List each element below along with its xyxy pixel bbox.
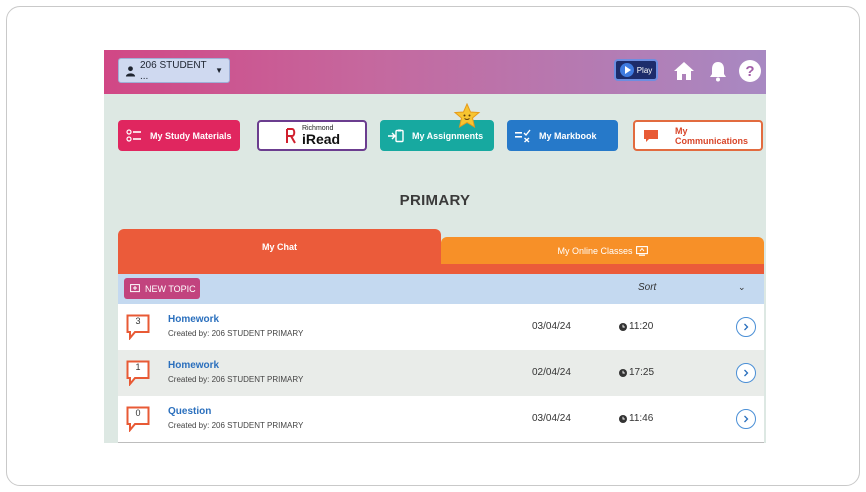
svg-text:?: ?: [745, 63, 754, 80]
topic-creator: Created by: 206 STUDENT PRIMARY: [168, 375, 304, 384]
new-topic-label: NEW TOPIC: [145, 283, 196, 294]
reply-count: 0: [135, 408, 141, 418]
chat-bubble-icon: [644, 129, 658, 142]
topic-date: 02/04/24: [532, 367, 571, 378]
new-topic-icon: [130, 283, 140, 292]
clock-icon: [619, 368, 627, 377]
user-icon: [125, 65, 136, 76]
iread-button[interactable]: Richmond iRead: [257, 120, 367, 151]
page-title: PRIMARY: [399, 192, 471, 209]
chevron-down-icon[interactable]: ⌄: [738, 282, 746, 293]
topic-title[interactable]: Homework: [168, 360, 219, 371]
topic-time: 11:20: [619, 321, 653, 332]
richmond-logo-icon: [285, 127, 296, 143]
topic-time-value: 17:25: [629, 367, 655, 378]
clock-icon: [619, 322, 627, 331]
list-bottom-border: [118, 442, 764, 443]
chevron-down-icon: ▼: [215, 66, 223, 75]
study-materials-label: My Study Materials: [150, 130, 232, 141]
top-bar: 206 STUDENT ... ▼ Play ?: [104, 50, 766, 94]
topic-row[interactable]: 3 Homework Created by: 206 STUDENT PRIMA…: [118, 304, 764, 350]
home-icon[interactable]: [672, 59, 696, 83]
study-materials-button[interactable]: My Study Materials: [118, 120, 240, 151]
tab-my-chat-label: My Chat: [261, 241, 297, 252]
markbook-icon: [515, 129, 531, 143]
reply-count: 1: [135, 362, 141, 372]
clock-icon: [619, 414, 627, 423]
communications-label: My Communications: [675, 125, 749, 146]
topic-creator: Created by: 206 STUDENT PRIMARY: [168, 329, 304, 338]
topic-time-value: 11:46: [629, 413, 654, 424]
play-icon: [619, 63, 634, 77]
topic-time-value: 11:20: [629, 321, 654, 332]
assignment-icon: [388, 129, 404, 142]
topic-creator: Created by: 206 STUDENT PRIMARY: [168, 421, 304, 430]
topic-date: 03/04/24: [532, 321, 571, 332]
communications-button[interactable]: My Communications: [633, 120, 763, 151]
tab-online-classes-label: My Online Classes: [557, 245, 633, 256]
open-topic-button[interactable]: [736, 317, 756, 337]
play-label: Play: [636, 65, 653, 75]
topic-title[interactable]: Homework: [168, 314, 219, 325]
star-icon: [453, 103, 481, 129]
chevron-right-icon: [744, 415, 749, 423]
iread-name: iRead: [301, 131, 341, 147]
topic-date: 03/04/24: [532, 413, 571, 424]
screen-icon: [635, 245, 648, 256]
help-icon[interactable]: ?: [738, 59, 762, 83]
list-toolbar: NEW TOPIC Sort ⌄: [118, 274, 764, 304]
student-label: 206 STUDENT ...: [139, 59, 207, 82]
open-topic-button[interactable]: [736, 409, 756, 429]
tab-online-classes[interactable]: My Online Classes: [441, 237, 764, 264]
assignments-label: My Assignments: [412, 130, 484, 141]
reply-count: 3: [135, 316, 141, 326]
sort-label[interactable]: Sort: [638, 282, 656, 293]
chevron-right-icon: [744, 323, 749, 331]
play-button[interactable]: Play: [614, 59, 658, 81]
topic-time: 17:25: [619, 367, 654, 378]
list-icon: [126, 128, 141, 142]
topic-time: 11:46: [619, 413, 653, 424]
open-topic-button[interactable]: [736, 363, 756, 383]
topic-row[interactable]: 0 Question Created by: 206 STUDENT PRIMA…: [118, 396, 764, 442]
markbook-button[interactable]: My Markbook: [507, 120, 618, 151]
topic-row[interactable]: 1 Homework Created by: 206 STUDENT PRIMA…: [118, 350, 764, 396]
bell-icon[interactable]: [706, 59, 730, 83]
chevron-right-icon: [744, 369, 749, 377]
new-topic-button[interactable]: NEW TOPIC: [124, 278, 200, 299]
student-selector[interactable]: 206 STUDENT ... ▼: [118, 58, 230, 83]
topic-title[interactable]: Question: [168, 406, 211, 417]
tab-underline: [118, 264, 764, 274]
markbook-label: My Markbook: [539, 130, 597, 141]
app-container: 206 STUDENT ... ▼ Play ? My Study Materi…: [104, 50, 766, 443]
tab-my-chat[interactable]: My Chat: [118, 229, 441, 264]
